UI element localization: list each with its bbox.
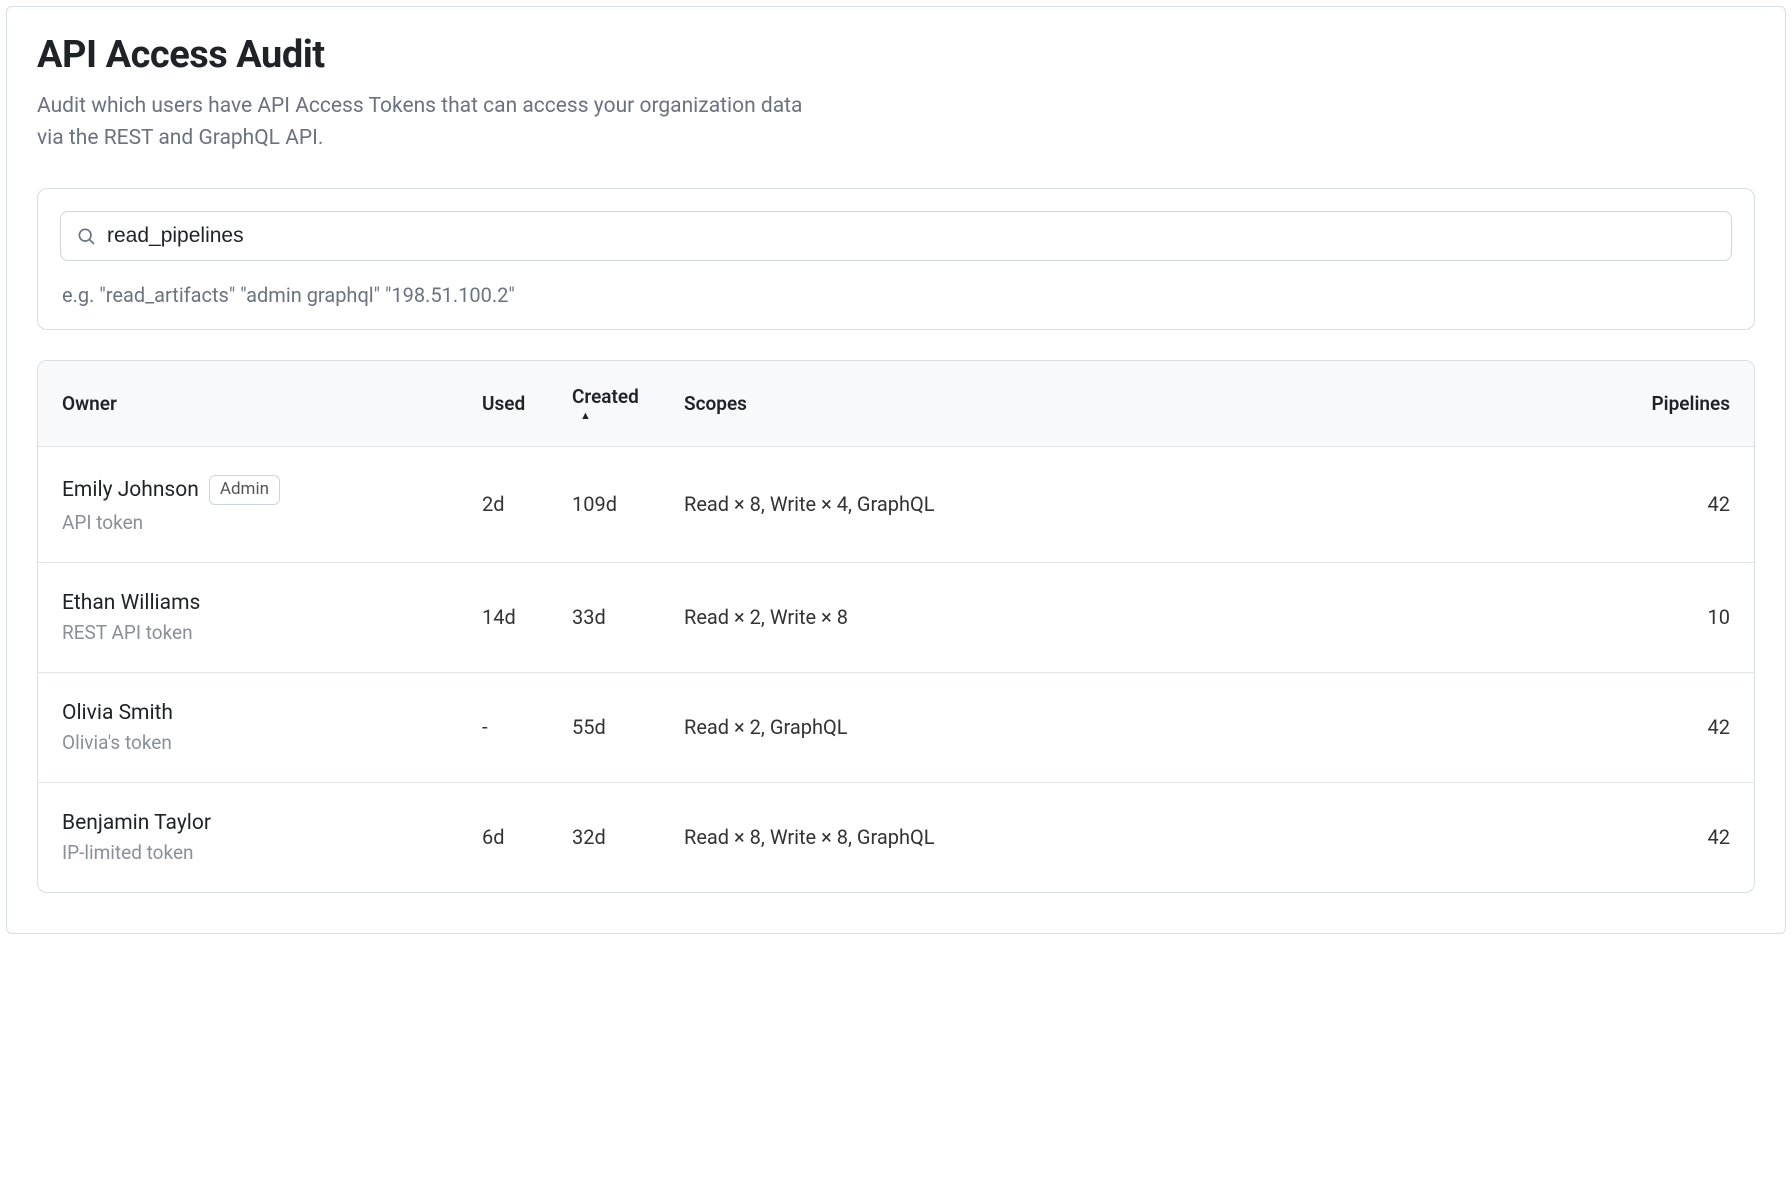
owner-name: Olivia Smith [62,701,173,725]
search-input[interactable] [60,211,1732,261]
tokens-table: Owner Used Created ▲ Scopes Pipelines Em… [37,360,1755,893]
cell-created: 55d [572,715,684,739]
owner-name: Ethan Williams [62,591,200,615]
token-label: Olivia's token [62,731,482,754]
col-header-owner[interactable]: Owner [62,392,482,415]
table-row[interactable]: Emily Johnson Admin API token2d109dRead × … [38,447,1754,562]
col-header-pipelines[interactable]: Pipelines [1630,392,1730,415]
cell-used: - [482,715,572,739]
cell-pipelines: 42 [1630,825,1730,849]
sort-asc-icon: ▲ [572,410,591,422]
cell-used: 14d [482,605,572,629]
cell-pipelines: 42 [1630,492,1730,516]
page-description: Audit which users have API Access Tokens… [37,91,817,154]
owner-name: Emily Johnson [62,478,199,502]
cell-owner: Benjamin Taylor IP-limited token [62,811,482,864]
cell-used: 6d [482,825,572,849]
table-row[interactable]: Ethan Williams REST API token14d33dRead ×… [38,562,1754,672]
token-label: API token [62,511,482,534]
table-body: Emily JohnsonAdminAPI token2d109dRead × … [38,447,1754,892]
search-hint: e.g. "read_artifacts" "admin graphql" "1… [60,283,1732,307]
cell-scopes: Read × 2, Write × 8 [684,605,1630,629]
col-header-created[interactable]: Created ▲ [572,385,684,422]
cell-created: 109d [572,492,684,516]
search-icon [76,226,96,246]
token-label: REST API token [62,621,482,644]
owner-name: Benjamin Taylor [62,811,211,835]
page-title: API Access Audit [37,33,1755,77]
cell-owner: Ethan Williams REST API token [62,591,482,644]
cell-pipelines: 42 [1630,715,1730,739]
cell-owner: Emily Johnson Admin API token [62,475,482,534]
cell-created: 32d [572,825,684,849]
cell-pipelines: 10 [1630,605,1730,629]
search-card: e.g. "read_artifacts" "admin graphql" "1… [37,188,1755,330]
table-row[interactable]: Benjamin Taylor IP-limited token6d32dRead… [38,782,1754,892]
cell-scopes: Read × 2, GraphQL [684,715,1630,739]
token-label: IP-limited token [62,841,482,864]
cell-scopes: Read × 8, Write × 8, GraphQL [684,825,1630,849]
col-header-scopes[interactable]: Scopes [684,392,1630,415]
owner-role-badge: Admin [209,475,280,505]
search-input-wrap [60,211,1732,261]
page-frame: API Access Audit Audit which users have … [6,6,1786,934]
table-row[interactable]: Olivia Smith Olivia's token-55dRead × 2, … [38,672,1754,782]
cell-scopes: Read × 8, Write × 4, GraphQL [684,492,1630,516]
cell-created: 33d [572,605,684,629]
cell-used: 2d [482,492,572,516]
col-header-used[interactable]: Used [482,392,572,415]
cell-owner: Olivia Smith Olivia's token [62,701,482,754]
col-header-created-label: Created [572,387,639,408]
table-header: Owner Used Created ▲ Scopes Pipelines [38,361,1754,447]
